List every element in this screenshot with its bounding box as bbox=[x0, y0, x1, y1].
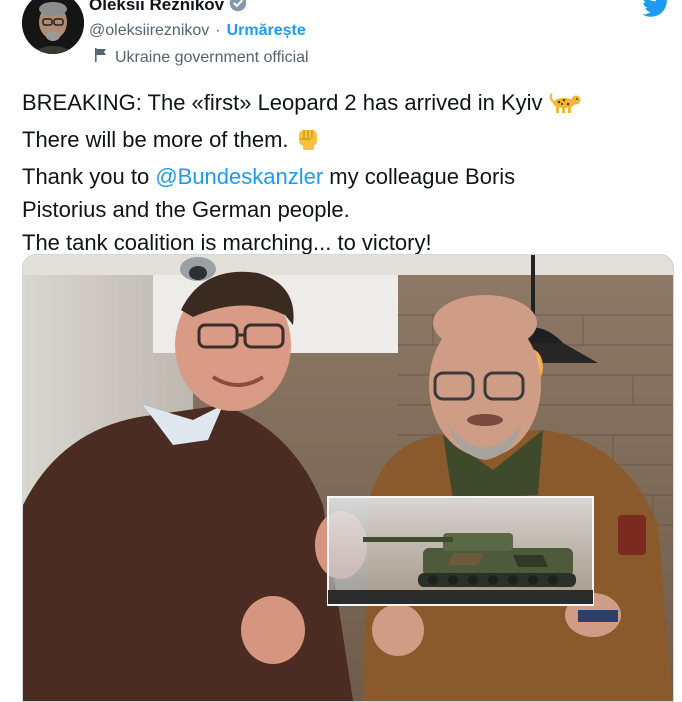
tweet-line-4: Pistorius and the German people. bbox=[22, 197, 350, 222]
tweet-line-1: BREAKING: The «first» Leopard 2 has arri… bbox=[22, 86, 672, 123]
author-handle[interactable]: @oleksiireznikov bbox=[89, 22, 209, 40]
follow-button[interactable]: Urmărește bbox=[227, 22, 306, 40]
mention-link[interactable]: @Bundeskanzler bbox=[155, 164, 323, 189]
tweet-line-2-text: There will be more of them. bbox=[22, 127, 289, 152]
author-name[interactable]: Oleksii Reznikov bbox=[89, 0, 224, 15]
government-label[interactable]: Ukraine government official bbox=[115, 49, 309, 67]
tweet-line-1-text: BREAKING: The «first» Leopard 2 has arri… bbox=[22, 90, 543, 115]
tweet-line-2: There will be more of them. bbox=[22, 123, 672, 160]
author-avatar[interactable] bbox=[22, 0, 84, 54]
government-label-row: Ukraine government official bbox=[93, 47, 309, 68]
verified-badge-icon bbox=[229, 0, 247, 17]
tweet-text: BREAKING: The «first» Leopard 2 has arri… bbox=[22, 86, 672, 259]
flag-icon bbox=[93, 47, 109, 68]
tweet-line-3-pre: Thank you to bbox=[22, 164, 156, 189]
separator-dot: · bbox=[215, 22, 221, 39]
twitter-bird-icon[interactable] bbox=[640, 0, 672, 22]
author-name-row: Oleksii Reznikov bbox=[89, 0, 247, 15]
photo-illustration bbox=[23, 255, 673, 701]
tweet-line-3: Thank you to @Bundeskanzler my colleague… bbox=[22, 160, 672, 193]
tweet-photo[interactable] bbox=[22, 254, 674, 702]
avatar-photo bbox=[22, 0, 84, 54]
tweet-line-3-post: my colleague Boris bbox=[323, 164, 516, 189]
raised-fist-emoji bbox=[295, 125, 321, 160]
author-handle-row: @oleksiireznikov · Urmărește bbox=[89, 22, 306, 40]
leopard-emoji bbox=[549, 90, 583, 123]
